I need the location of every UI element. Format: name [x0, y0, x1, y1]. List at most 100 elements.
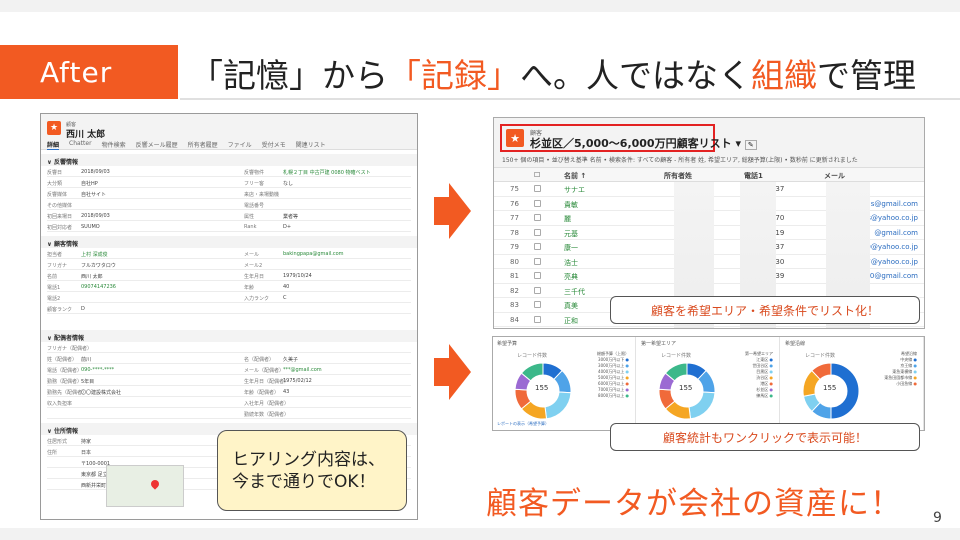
col-owner[interactable]: 所有者姓: [664, 171, 692, 181]
tab-related[interactable]: 関連リスト: [296, 140, 326, 150]
field-row: 電話2 入力ランク C: [47, 292, 411, 303]
map-thumbnail[interactable]: [106, 465, 184, 507]
page-number: 9: [933, 510, 942, 526]
dashboard-panel[interactable]: 希望沿線 レコード件数 155 希望沿線 中央線 ● 京王線 ● 東急東横線 ● 東急田園都市…: [781, 337, 924, 430]
field-value[interactable]: 前川: [81, 356, 91, 363]
donut-segment: [688, 391, 716, 420]
col-name[interactable]: 名前 ↑: [564, 171, 586, 181]
field-value[interactable]: 業者等: [283, 213, 298, 220]
field-value[interactable]: D: [81, 306, 85, 312]
row-checkbox[interactable]: [534, 199, 541, 207]
row-checkbox[interactable]: [534, 315, 541, 323]
callout-hearing-line2: 今まで通りでOK！: [232, 472, 376, 492]
row-checkbox[interactable]: [534, 286, 541, 294]
tab-detail[interactable]: 詳細: [47, 140, 60, 150]
field-value[interactable]: 西川 太郎: [81, 273, 103, 280]
customer-name-link[interactable]: サナエ: [564, 185, 585, 195]
field-value[interactable]: 上村 深成俊: [81, 251, 108, 258]
field-value[interactable]: 2018/09/03: [81, 169, 110, 175]
field-value[interactable]: 43: [283, 389, 289, 395]
field-label: 収入負担率: [47, 401, 73, 407]
customer-name-link[interactable]: 康一: [564, 243, 578, 253]
field-value[interactable]: 09074147236: [81, 284, 116, 290]
row-number: 79: [510, 243, 519, 251]
tab-property-search[interactable]: 物件検索: [102, 140, 126, 150]
list-title[interactable]: 杉並区／5,000～6,000万円顧客リスト ▾ ✎: [530, 135, 757, 151]
field-value[interactable]: 〇〇建設株式会社: [81, 389, 121, 396]
basic-fields: 反響日 2018/09/03 反響物件 札幌２丁目 中古戸建 0080 物確ベスト 大分…: [41, 166, 417, 232]
col-mail[interactable]: メール: [824, 171, 845, 181]
tab-chatter[interactable]: Chatter: [69, 140, 92, 150]
row-checkbox[interactable]: [534, 272, 541, 279]
list-column-headers: ☐ 名前 ↑ 所有者姓 電話1 メール: [494, 168, 924, 182]
field-label: 反響日: [47, 170, 63, 176]
tab-owner-history[interactable]: 所有者履歴: [188, 140, 218, 150]
row-checkbox[interactable]: [534, 301, 541, 308]
row-number: 81: [510, 272, 519, 280]
field-value[interactable]: 札幌２丁目 中古戸建 0080 物確ベスト: [283, 169, 371, 176]
field-value[interactable]: ***@gmail.com: [283, 367, 322, 373]
star-icon: ★: [47, 121, 61, 135]
row-checkbox[interactable]: [534, 185, 541, 192]
field-value[interactable]: なし: [283, 180, 293, 187]
field-value[interactable]: 5年目: [81, 378, 94, 385]
customer-name-link[interactable]: 亮典: [564, 272, 578, 282]
field-label: 反響物件: [244, 170, 265, 176]
customer-name-link[interactable]: 麗: [564, 214, 571, 224]
field-label: 勤務（配偶者）: [47, 379, 83, 385]
col-tel[interactable]: 電話1: [744, 171, 763, 181]
tab-mail-history[interactable]: 反響メール履歴: [136, 140, 178, 150]
field-label: 住居形式: [47, 439, 68, 445]
tab-memo[interactable]: 受付メモ: [262, 140, 286, 150]
field-row: 勤務先（配偶者） 〇〇建設株式会社 年齢（配偶者） 43: [47, 386, 411, 397]
field-value[interactable]: 自社サイト: [81, 191, 106, 198]
heading-part-1: 「記憶」から: [190, 56, 388, 95]
dashboard-report-link[interactable]: レポートの表示（希望予算）: [497, 421, 549, 427]
field-label: 電話1: [47, 285, 61, 291]
customer-name-link[interactable]: 三千代: [564, 287, 585, 297]
field-value[interactable]: bakingpapa@gmail.com: [283, 251, 344, 257]
section-basic[interactable]: ∨ 反響情報: [41, 154, 417, 166]
field-value[interactable]: SUUMO: [81, 224, 100, 230]
field-value[interactable]: 日本: [81, 449, 91, 456]
field-label: 電話番号: [244, 203, 265, 209]
customer-name-link[interactable]: 元基: [564, 229, 578, 239]
tab-files[interactable]: ファイル: [228, 140, 252, 150]
field-label: 入社年月（配偶者）: [244, 401, 290, 407]
section-spouse[interactable]: ∨ 配偶者情報: [41, 330, 417, 342]
field-row: 反響日 2018/09/03 反響物件 札幌２丁目 中古戸建 0080 物確ベスト: [47, 166, 411, 177]
customer-fields: 担当者 上村 深成俊 メール bakingpapa@gmail.com フリガナ フルカワ…: [41, 248, 417, 314]
row-checkbox[interactable]: [534, 228, 541, 236]
customer-name-link[interactable]: 正和: [564, 316, 578, 326]
heading-part-5: で管理: [817, 56, 916, 95]
dashboard-panel[interactable]: 希望予算 レコード件数 155 総額予算（上限） 3000万円以下 ● 3000万円以上 …: [493, 337, 636, 430]
customer-name-link[interactable]: 浩士: [564, 258, 578, 268]
field-value[interactable]: 自社HP: [81, 180, 98, 187]
select-all-checkbox[interactable]: ☐: [534, 171, 540, 179]
top-stripe: [0, 0, 960, 12]
row-checkbox[interactable]: [534, 243, 541, 250]
row-number: 84: [510, 315, 519, 324]
field-value[interactable]: 40: [283, 284, 289, 290]
arrow-right-icon: [434, 344, 471, 400]
customer-name-link[interactable]: 貴敏: [564, 200, 578, 210]
field-value[interactable]: フルカワタロウ: [81, 262, 116, 269]
dashboard-panel[interactable]: 第一希望エリア レコード件数 155 第一希望エリア 江東区 ● 世田谷区 ● 目黒区 ● 渋…: [637, 337, 780, 430]
field-value[interactable]: 持家: [81, 438, 91, 445]
field-value[interactable]: 久美子: [283, 356, 298, 363]
field-label: 反響媒体: [47, 192, 68, 198]
field-value[interactable]: 2018/09/03: [81, 213, 110, 219]
field-row: 電話（配偶者） 090-****-**** メール（配偶者） ***@gmail.co…: [47, 364, 411, 375]
section-customer[interactable]: ∨ 顧客情報: [41, 236, 417, 248]
field-value[interactable]: 1975/02/12: [283, 378, 312, 384]
field-value[interactable]: 1979/10/24: [283, 273, 312, 279]
row-checkbox[interactable]: [534, 257, 541, 265]
donut-center-value: 155: [823, 384, 837, 392]
field-value[interactable]: D+: [283, 224, 291, 230]
field-value[interactable]: C: [283, 295, 287, 301]
field-value[interactable]: 090-****-****: [81, 367, 114, 373]
field-label: 属性: [244, 214, 255, 220]
customer-name-link[interactable]: 真美: [564, 301, 578, 311]
row-checkbox[interactable]: [534, 214, 541, 221]
field-label: 姓（配偶者）: [47, 357, 78, 363]
